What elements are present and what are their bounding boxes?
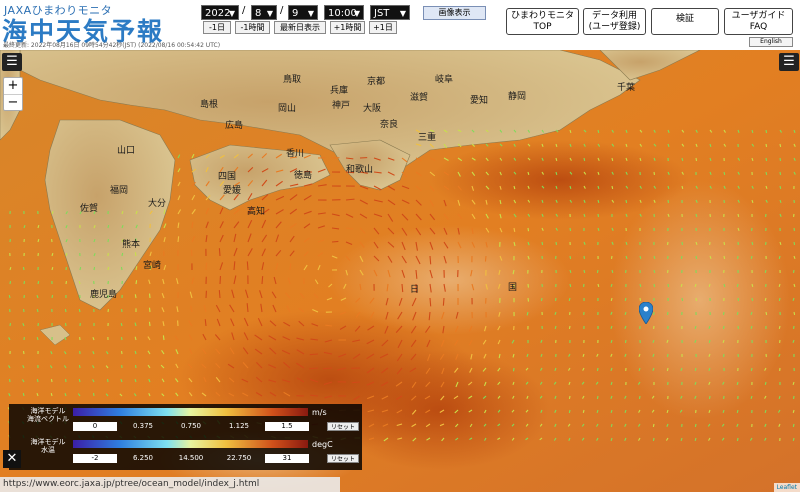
status-bar-url: https://www.eorc.jaxa.jp/ptree/ocean_mod… [0, 477, 340, 492]
leaflet-attribution-link[interactable]: Leaflet [773, 483, 800, 492]
place-label-yamaguchi: 山口 [117, 146, 136, 156]
chevron-down-icon: ▼ [399, 9, 406, 18]
user-guide-button[interactable]: ユーザガイド FAQ [724, 8, 793, 35]
temp-tick: 22.750 [226, 454, 252, 462]
validation-button[interactable]: 検証 [651, 8, 719, 35]
place-label-saga: 佐賀 [80, 204, 99, 214]
temp-min-input[interactable]: -2 [73, 454, 117, 463]
place-label-shiga: 滋賀 [410, 93, 429, 103]
current-max-input[interactable]: 1.5 [265, 422, 309, 431]
plus-hour-button[interactable]: +1時間 [330, 21, 365, 34]
himawari-top-sublabel: TOP [533, 22, 552, 32]
temp-colorbar [73, 440, 308, 448]
settings-menu-icon[interactable]: ☰ [779, 53, 799, 71]
month-value: 8 [255, 8, 262, 19]
timezone-select[interactable]: JST ▼ [370, 5, 410, 20]
date-separator: / [242, 5, 246, 16]
place-label-hiroshima: 広島 [225, 121, 244, 131]
place-label-shimane: 島根 [200, 100, 219, 110]
zoom-in-button[interactable]: + [4, 78, 22, 95]
place-label-ehime: 愛媛 [223, 186, 242, 196]
place-label-miyazaki: 宮崎 [143, 261, 162, 271]
minus-day-button[interactable]: -1日 [203, 21, 231, 34]
place-label-chiba: 千葉 [617, 83, 636, 93]
plus-day-button[interactable]: +1日 [369, 21, 397, 34]
close-icon[interactable]: ✕ [3, 450, 21, 468]
header-bar: JAXAひまわりモニタ 海中天気予報 最終更新: 2022年08月16日 09時… [0, 0, 800, 50]
current-legend-title-line1: 海洋モデル [30, 407, 66, 415]
chevron-down-icon: ▼ [228, 9, 235, 18]
place-label-mie: 三重 [418, 133, 437, 143]
year-select[interactable]: 2022 ▼ [201, 5, 239, 20]
month-select[interactable]: 8 ▼ [251, 5, 277, 20]
place-label-shikoku: 四国 [218, 172, 237, 182]
chevron-down-icon: ▼ [266, 9, 273, 18]
latest-button[interactable]: 最新日表示 [274, 21, 326, 34]
time-value: 10:00 [328, 8, 357, 19]
himawari-top-button[interactable]: ひまわりモニタ TOP [506, 8, 579, 35]
temp-max-input[interactable]: 31 [265, 454, 309, 463]
data-use-sublabel: (ユーザ登録) [588, 22, 641, 32]
current-tick: 0.750 [180, 422, 202, 430]
place-label-oita: 大分 [148, 199, 167, 209]
place-label-koku: 国 [508, 283, 518, 293]
temp-legend-title-line2: 水温 [41, 446, 55, 454]
data-use-label: データ利用 [591, 11, 637, 21]
last-updated-text: 最終更新: 2022年08月16日 09時54分42秒(JST) (2022/0… [3, 42, 221, 49]
timezone-value: JST [374, 8, 390, 19]
current-legend-title: 海洋モデル 海流ベクトル [19, 407, 77, 423]
image-view-button[interactable]: 画像表示 [423, 6, 486, 20]
current-legend-title-line2: 海流ベクトル [27, 415, 69, 423]
day-select[interactable]: 9 ▼ [288, 5, 318, 20]
chevron-down-icon: ▼ [307, 9, 314, 18]
place-label-tottori: 鳥取 [283, 75, 302, 85]
current-tick: 0.375 [132, 422, 154, 430]
zoom-out-button[interactable]: − [4, 95, 22, 112]
temp-unit: degC [312, 440, 333, 449]
place-label-wakayama: 和歌山 [346, 165, 374, 175]
place-label-kochi: 高知 [247, 207, 266, 217]
place-label-kyoto: 京都 [367, 77, 386, 87]
data-use-button[interactable]: データ利用 (ユーザ登録) [583, 8, 646, 35]
place-label-kobe: 神戸 [332, 101, 351, 111]
english-button[interactable]: English [749, 37, 793, 47]
temp-tick: 6.250 [132, 454, 154, 462]
place-label-tokushima: 徳島 [294, 171, 313, 181]
place-label-okayama: 岡山 [278, 104, 297, 114]
date-separator: / [280, 5, 284, 16]
current-reset-button[interactable]: リセット [327, 422, 359, 431]
current-unit: m/s [312, 408, 327, 417]
current-min-input[interactable]: 0 [73, 422, 117, 431]
current-tick: 1.125 [228, 422, 250, 430]
place-label-kagawa: 香川 [286, 149, 305, 159]
place-label-nara: 奈良 [380, 120, 399, 130]
minus-hour-button[interactable]: -1時間 [235, 21, 270, 34]
location-marker-icon[interactable] [638, 301, 654, 328]
current-colorbar [73, 408, 308, 416]
place-label-osaka: 大阪 [363, 104, 382, 114]
chevron-down-icon: ▼ [353, 9, 360, 18]
place-label-hyogo: 兵庫 [330, 86, 349, 96]
place-label-kumamoto: 熊本 [122, 240, 141, 250]
time-select[interactable]: 10:00 ▼ [324, 5, 364, 20]
place-label-shizuoka: 静岡 [508, 92, 527, 102]
temp-tick: 14.500 [178, 454, 204, 462]
zoom-control: + − [3, 77, 23, 111]
place-label-kagoshima: 鹿児島 [90, 290, 118, 300]
temp-legend-title-line1: 海洋モデル [30, 438, 66, 446]
himawari-top-label: ひまわりモニタ [510, 11, 574, 21]
place-label-fukuoka: 福岡 [110, 186, 129, 196]
place-label-gifu: 岐阜 [435, 75, 454, 85]
year-value: 2022 [205, 8, 231, 19]
faq-label: FAQ [749, 22, 768, 32]
place-label-aichi: 愛知 [470, 96, 489, 106]
place-label-nihon: 日 [410, 285, 420, 295]
legend-panel: 海洋モデル 海流ベクトル m/s 0 0.375 0.750 1.125 1.5… [9, 404, 362, 470]
temp-reset-button[interactable]: リセット [327, 454, 359, 463]
user-guide-label: ユーザガイド [731, 11, 786, 21]
layer-menu-icon[interactable]: ☰ [2, 53, 22, 71]
day-value: 9 [292, 8, 299, 19]
temp-legend-title: 海洋モデル 水温 [19, 438, 77, 454]
